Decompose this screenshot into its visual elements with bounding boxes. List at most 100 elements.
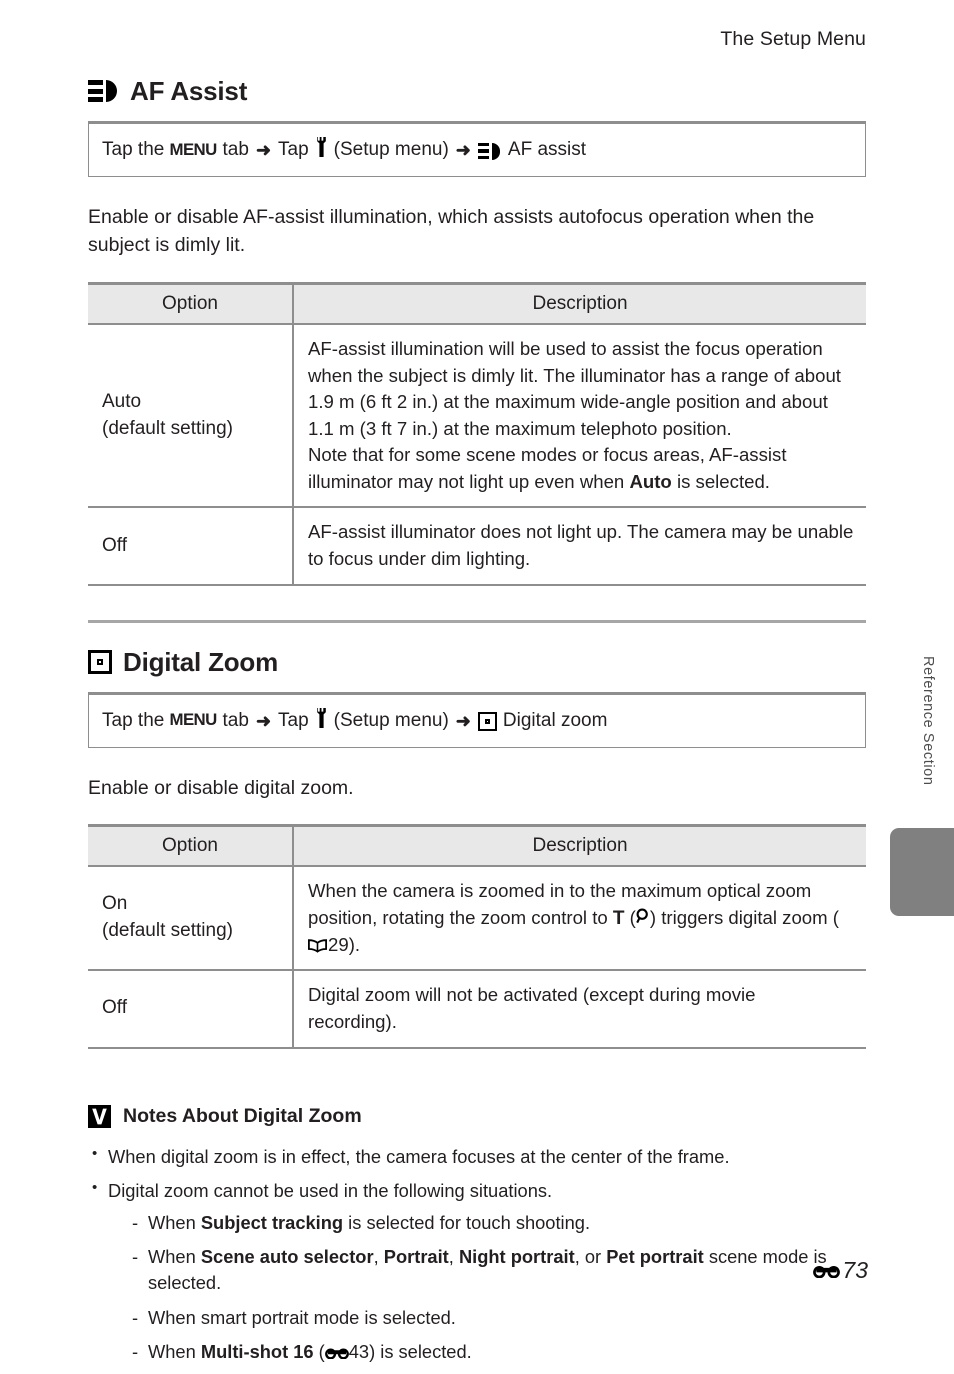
description-cell-off: AF-assist illuminator does not light up.… <box>293 506 866 586</box>
emphasis-portrait: Portrait <box>383 1246 449 1268</box>
emphasis-auto: Auto <box>629 470 672 492</box>
document-page: The Setup Menu AF Assist Tap the MENU ta… <box>0 0 954 1364</box>
arrow-right-icon: ➜ <box>255 710 272 731</box>
table-row: On (default setting) When the camera is … <box>88 865 866 972</box>
section-intro-digital-zoom: Enable or disable digital zoom. <box>88 776 354 799</box>
notes-block: Notes About Digital Zoom When digital zo… <box>88 1104 866 1365</box>
column-header-description: Description <box>293 824 866 868</box>
table-row: Off Digital zoom will not be activated (… <box>88 969 866 1049</box>
emphasis-scene-auto-selector: Scene auto selector <box>200 1246 374 1268</box>
option-cell-auto: Auto (default setting) <box>88 322 294 509</box>
description-cell-auto: AF-assist illumination will be used to a… <box>293 322 866 509</box>
notes-title-text: Notes About Digital Zoom <box>123 1104 362 1127</box>
description-line: recording). <box>308 1010 397 1032</box>
path-prefix: Tap the <box>102 709 165 731</box>
section-heading-af-assist: AF Assist <box>88 78 866 104</box>
section-title: Digital Zoom <box>123 646 279 677</box>
menu-path-box-digital-zoom: Tap the MENU tab ➜ Tap (Setup menu) ➜ Di… <box>88 691 866 748</box>
option-name: Off <box>102 997 127 1019</box>
option-cell-off: Off <box>88 506 294 586</box>
telephoto-t-glyph: T <box>612 907 625 929</box>
running-head: The Setup Menu <box>720 28 866 50</box>
menu-button-label: MENU <box>169 711 218 730</box>
description-text-3: ). <box>348 933 361 955</box>
text-mid-1: , <box>373 1246 384 1268</box>
notes-heading: Notes About Digital Zoom <box>88 1104 866 1128</box>
e-reference-icon <box>813 1263 841 1278</box>
list-item: When digital zoom is in effect, the came… <box>88 1143 866 1170</box>
section-heading-digital-zoom: Digital Zoom <box>88 649 866 675</box>
list-item: When Multi-shot 16 (43) is selected. <box>126 1339 866 1365</box>
nested-list-wrapper: When Subject tracking is selected for to… <box>126 1210 866 1365</box>
bullet-text: Digital zoom cannot be used in the follo… <box>108 1180 553 1202</box>
text-paren-open: ( <box>624 906 636 928</box>
wrench-icon <box>315 707 328 732</box>
digital-zoom-icon <box>88 649 112 674</box>
menu-button-label: MENU <box>169 140 218 159</box>
description-cell-on: When the camera is zoomed in to the maxi… <box>293 865 866 972</box>
digital-zoom-icon-inline <box>477 712 497 732</box>
table-header-row: Option Description <box>88 824 866 868</box>
emphasis-subject-tracking: Subject tracking <box>200 1211 344 1233</box>
description-line: 1.1 m (3 ft 7 in.) at the maximum teleph… <box>308 417 732 439</box>
emphasis-pet-portrait: Pet portrait <box>606 1246 704 1268</box>
emphasis-multi-shot-16: Multi-shot 16 <box>200 1341 314 1363</box>
menu-path-box-af-assist: Tap the MENU tab ➜ Tap (Setup menu) ➜ AF… <box>88 121 866 177</box>
description-line: AF-assist illuminator does not light up.… <box>308 521 854 543</box>
text-mid-1: ( <box>313 1341 325 1363</box>
page-content: AF Assist Tap the MENU tab ➜ Tap (Setup … <box>88 78 866 1374</box>
section-intro-af-assist: Enable or disable AF-assist illumination… <box>88 206 815 257</box>
page-number: 73 <box>842 1257 868 1283</box>
option-default-note: (default setting) <box>102 417 233 439</box>
arrow-right-icon-2: ➜ <box>455 710 471 731</box>
text-paren-close: ) <box>649 906 662 928</box>
text-pre: When smart portrait mode is selected. <box>148 1306 456 1328</box>
text-pre: illuminator may not light up even when <box>308 470 630 492</box>
section-title: AF Assist <box>130 76 248 106</box>
text-mid-3: , or <box>574 1246 607 1268</box>
option-default-note: (default setting) <box>102 920 233 942</box>
path-tab-word: tab <box>222 709 249 731</box>
text-pre: When <box>148 1341 201 1363</box>
text-pre: When <box>148 1211 201 1233</box>
table-row: Auto (default setting) AF-assist illumin… <box>88 322 866 509</box>
option-cell-off: Off <box>88 969 294 1049</box>
book-icon <box>308 939 327 953</box>
reference-page-number: 43 <box>348 1341 370 1363</box>
description-line: when the subject is dimly lit. The illum… <box>308 364 841 386</box>
text-post: ) is selected. <box>369 1341 472 1363</box>
list-item: When smart portrait mode is selected. <box>126 1305 866 1331</box>
text-pre: When <box>148 1246 201 1268</box>
path-prefix: Tap the <box>102 139 165 160</box>
description-text-2: triggers digital zoom ( <box>661 906 839 928</box>
notes-bullet-list: When digital zoom is in effect, the came… <box>88 1143 866 1365</box>
caution-icon <box>88 1104 111 1128</box>
path-target-label: AF assist <box>507 139 587 160</box>
emphasis-night-portrait: Night portrait <box>458 1246 575 1268</box>
list-item: When Subject tracking is selected for to… <box>126 1210 866 1236</box>
option-name: Off <box>102 534 127 556</box>
reference-page-number: 29 <box>328 933 349 955</box>
description-line-emphasis: illuminator may not light up even when A… <box>308 469 858 496</box>
options-table-digital-zoom: Option Description On (default setting) … <box>88 824 866 1049</box>
setup-menu-label: (Setup menu) <box>333 139 449 160</box>
section-divider <box>88 619 866 623</box>
setup-menu-label: (Setup menu) <box>333 709 449 731</box>
path-tap-word: Tap <box>278 139 309 160</box>
arrow-right-icon: ➜ <box>255 140 272 160</box>
af-assist-icon <box>88 80 119 102</box>
table-row: Off AF-assist illuminator does not light… <box>88 506 866 586</box>
text-mid-2: , <box>448 1246 459 1268</box>
column-header-option: Option <box>88 824 294 868</box>
e-reference-icon <box>324 1346 349 1360</box>
text-post: is selected for touch shooting. <box>343 1211 591 1233</box>
option-name: On <box>102 893 128 915</box>
option-name: Auto <box>102 390 142 412</box>
description-line: to focus under dim lighting. <box>308 547 531 569</box>
magnifier-icon <box>636 906 650 932</box>
path-tab-word: tab <box>222 139 249 160</box>
table-header-row: Option Description <box>88 281 866 325</box>
arrow-right-icon-2: ➜ <box>455 140 471 160</box>
description-line: Note that for some scene modes or focus … <box>308 444 787 466</box>
column-header-option: Option <box>88 281 294 325</box>
